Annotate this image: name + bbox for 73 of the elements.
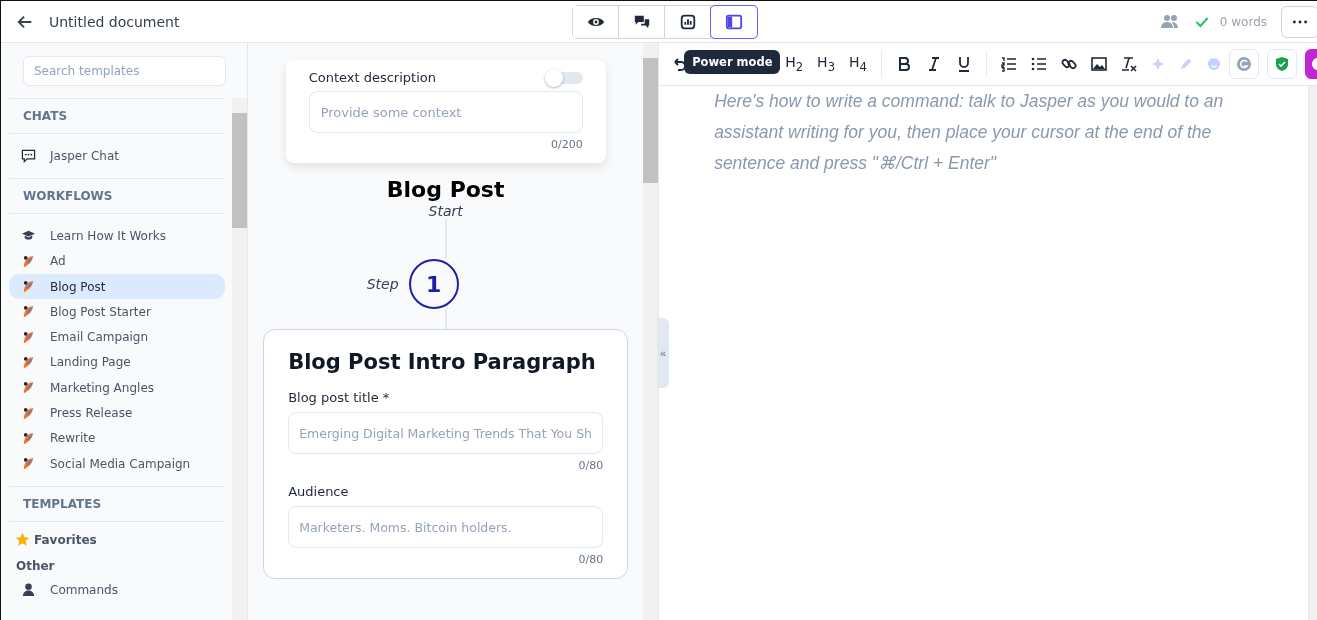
rocket-icon (21, 329, 36, 345)
start-label: Start (428, 203, 463, 220)
image-icon[interactable] (1091, 56, 1107, 72)
underline-icon[interactable] (956, 56, 972, 72)
favorites-label[interactable]: Favorites (34, 532, 97, 547)
rocket-icon (21, 304, 36, 320)
step-number: 1 (408, 259, 459, 310)
search-field[interactable]: Search templates (23, 56, 227, 86)
rocket-icon (21, 253, 36, 269)
chat-icon (21, 148, 36, 164)
sidebar-item[interactable]: Blog Post (9, 273, 226, 300)
word-count: 0 words (1219, 14, 1267, 29)
workflow-title: Blog Post (386, 177, 505, 204)
heading-button[interactable]: H$_{4}$ (849, 54, 867, 74)
input-field[interactable]: Marketers. Moms. Bitcoin holders. (288, 506, 604, 549)
sidebar-item[interactable]: Jasper Chat (9, 143, 226, 169)
document-title[interactable]: Untitled document (49, 13, 180, 30)
scrollbar[interactable] (643, 43, 659, 620)
bold-icon[interactable] (896, 56, 912, 72)
sidebar-item[interactable]: Commands (9, 577, 226, 603)
shield-check-icon (1274, 56, 1290, 72)
clear-format-icon[interactable] (1121, 56, 1137, 72)
rocket-icon (21, 430, 36, 446)
section-heading: CHATS (9, 98, 226, 134)
sidebar-item[interactable]: Blog Post Starter (9, 299, 226, 325)
sidebar-item[interactable]: Ad (9, 248, 226, 274)
grammar-button[interactable] (1229, 49, 1259, 79)
step-label: Step (366, 276, 399, 293)
sidebar-item[interactable]: Learn How It Works (9, 223, 226, 249)
collapse-handle[interactable]: « (657, 318, 670, 388)
scrollbar[interactable] (232, 98, 248, 620)
preview-mode-button[interactable] (573, 6, 619, 38)
group-label: Other (15, 558, 56, 576)
chart-icon (678, 13, 697, 31)
person-icon (21, 582, 36, 598)
field-label: Audience (288, 484, 350, 500)
numbered-list-icon[interactable] (1001, 56, 1017, 72)
more-icon (1292, 18, 1308, 25)
sidebar-item[interactable]: Email Campaign (9, 324, 226, 350)
heading-button[interactable]: H$_{2}$ (785, 54, 804, 74)
rocket-icon (21, 456, 36, 472)
toggle-switch[interactable] (546, 71, 583, 84)
character-counter: 0/80 (577, 553, 604, 567)
sidebar-layout-icon (725, 13, 743, 31)
rocket-icon (21, 279, 36, 295)
shield-button[interactable] (1267, 49, 1297, 79)
link-icon[interactable] (1061, 56, 1077, 72)
step-title: Blog Post Intro Paragraph (288, 350, 597, 375)
star-icon (15, 532, 30, 548)
rocket-icon (21, 405, 36, 421)
g-circle-icon (1236, 56, 1252, 72)
field-label: Context description (308, 70, 436, 85)
section-heading: WORKFLOWS (9, 178, 226, 215)
section-heading: TEMPLATES (9, 486, 226, 523)
italic-icon[interactable] (926, 56, 942, 72)
input-field[interactable]: Emerging Digital Marketing Trends That You Sh (288, 412, 604, 455)
rocket-icon (21, 380, 36, 396)
editor-placeholder: Here's how to write a command: talk to Jasper as you would to an assistant writing for you, then place your cursor at the end of the sentence and press "⌘/Ctrl + Enter" (714, 90, 1225, 175)
scrollbar[interactable] (1308, 86, 1317, 620)
sidebar-item[interactable]: Social Media Campaign (9, 450, 226, 477)
tooltip: Power mode (684, 50, 781, 74)
context-field[interactable]: Provide some context (308, 91, 583, 133)
bullet-list-icon[interactable] (1031, 56, 1047, 72)
character-counter: 0/80 (577, 459, 604, 473)
character-counter: 0/200 (549, 138, 583, 151)
heading-button[interactable]: H$_{3}$ (817, 54, 836, 74)
sidebar-item[interactable]: Marketing Angles (9, 375, 226, 401)
sidebar-item[interactable]: Press Release (9, 400, 226, 426)
sidebar-item[interactable]: Rewrite (9, 425, 226, 451)
power-mode-button[interactable] (711, 6, 757, 38)
field-label: Blog post title * (288, 390, 391, 406)
sidebar-item[interactable]: Landing Page (9, 349, 226, 376)
rocket-icon (21, 354, 36, 370)
